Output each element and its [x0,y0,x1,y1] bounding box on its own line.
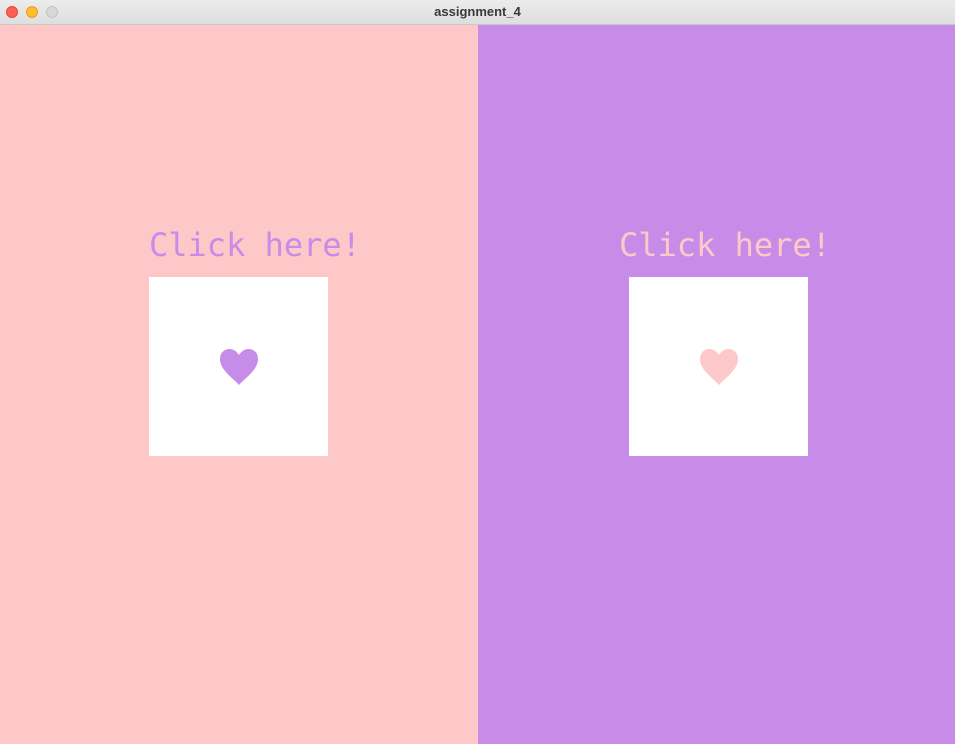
heart-card[interactable] [149,277,328,456]
window-title: assignment_4 [434,4,521,19]
heart-icon [699,348,738,385]
heart-card[interactable] [629,277,808,456]
heart-icon [219,348,258,385]
app-window: assignment_4 Click here! Click here! [0,0,955,744]
title-bar: assignment_4 [0,0,955,25]
right-panel[interactable]: Click here! [478,25,955,744]
left-panel[interactable]: Click here! [0,25,478,744]
click-here-label: Click here! [619,226,831,264]
click-here-label: Click here! [149,226,361,264]
canvas: Click here! Click here! [0,25,955,744]
